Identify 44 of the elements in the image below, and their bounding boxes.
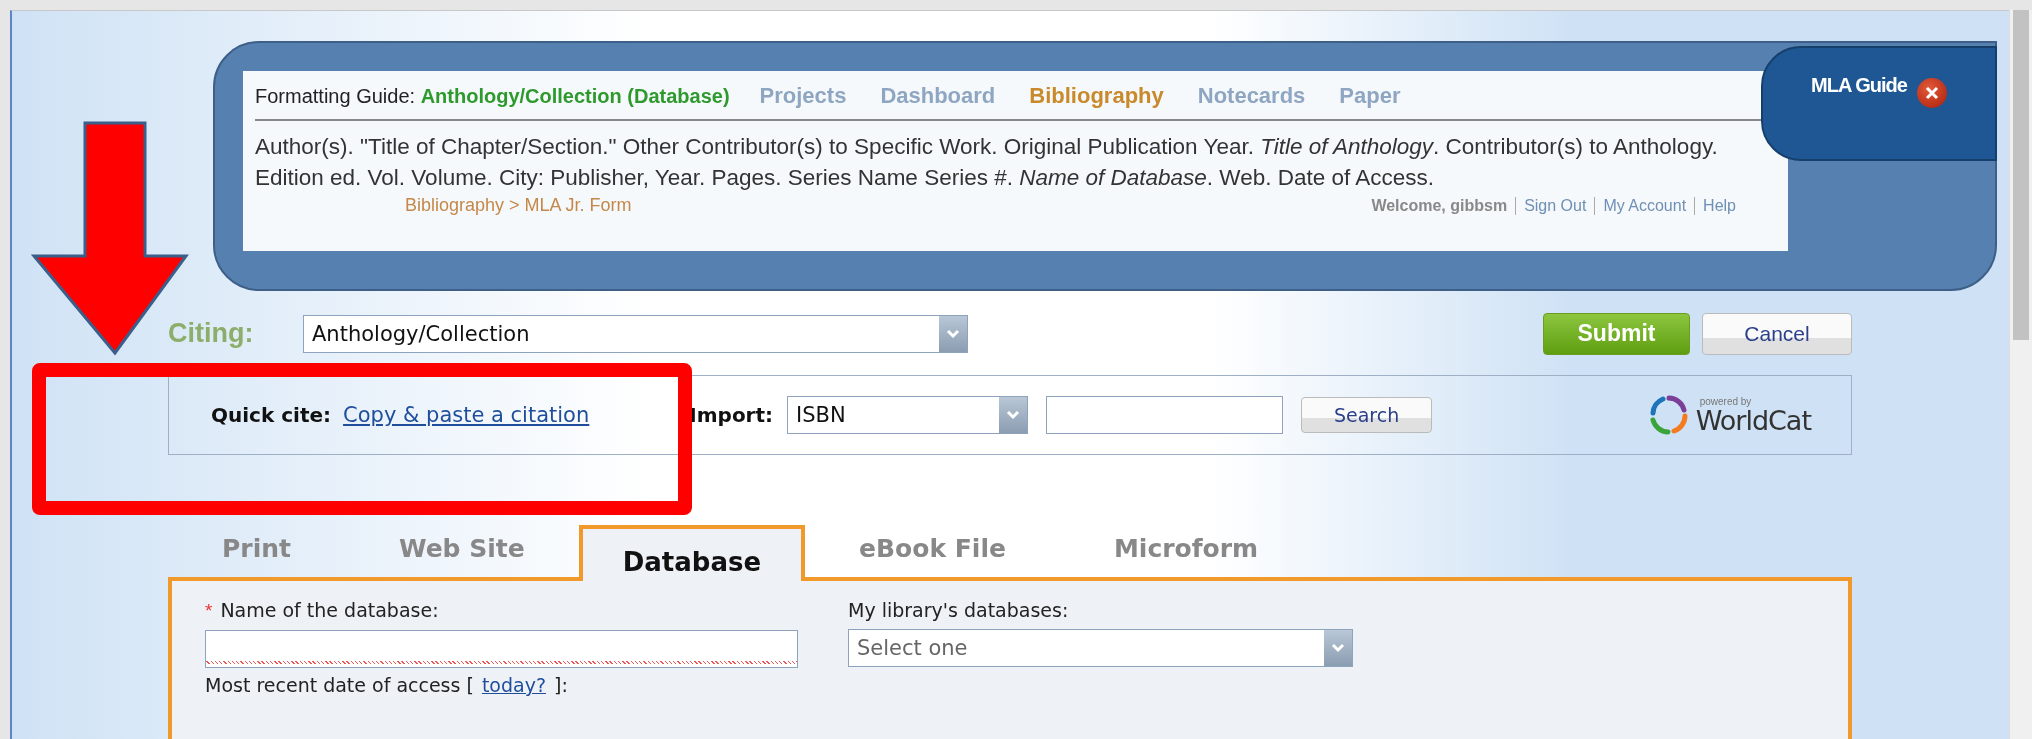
citing-select[interactable]: Anthology/Collection <box>303 314 968 353</box>
database-name-field[interactable] <box>205 630 798 668</box>
chevron-down-icon <box>1006 410 1021 420</box>
page-location: Bibliography > MLA Jr. Form <box>405 195 632 216</box>
field-label: Name of the database: <box>220 599 439 621</box>
source-tab[interactable]: Web Site <box>345 521 579 571</box>
breadcrumb-nav-item[interactable]: Paper <box>1339 83 1401 109</box>
import-label: Import: <box>689 403 774 427</box>
copy-paste-link[interactable]: Copy & paste a citation <box>343 403 590 427</box>
today-link[interactable]: today? <box>481 674 546 696</box>
user-link[interactable]: Sign Out <box>1515 196 1587 215</box>
required-mark: * <box>205 600 213 622</box>
field-label: My library's databases: <box>848 599 1070 621</box>
citation-template: Author(s). "Title of Chapter/Section." Other Contributor(s) to Specific Work. Original Publication Year. Title of Anthology. Contributor(s) to Anthology. Edition ed. Vol. Volume. City: Publisher, Year. Pages. Series Name Series #. Name of Database. Web. Date of Access. <box>255 133 1719 192</box>
field-label: Most recent date of access [ <box>205 674 474 696</box>
quick-cite-label: Quick cite: <box>211 403 332 427</box>
guide-tab-label: MLA Guide <box>1811 74 1907 97</box>
chevron-down-icon <box>1331 643 1345 653</box>
chevron-down-icon <box>946 328 960 339</box>
source-tab[interactable]: eBook File <box>805 521 1060 571</box>
source-tab[interactable]: Database <box>578 525 806 581</box>
logo-caption: powered by <box>1698 396 1753 407</box>
scrollbar-thumb[interactable] <box>2013 10 2029 340</box>
formatting-guide-heading: Formatting Guide: Anthology/Collection (Database) <box>255 84 730 108</box>
source-tab[interactable]: Microform <box>1059 521 1313 571</box>
breadcrumb-nav-item[interactable]: Projects <box>759 83 847 109</box>
field-label: ]: <box>554 674 568 696</box>
breadcrumb-nav-item[interactable]: Bibliography <box>1029 83 1164 109</box>
submit-button[interactable]: Submit <box>1543 312 1690 355</box>
library-databases-select[interactable]: Select one <box>848 629 1353 667</box>
logo-wordmark: WorldCat <box>1695 406 1811 434</box>
search-button[interactable]: Search <box>1301 397 1433 433</box>
import-type-select[interactable]: ISBN <box>787 396 1029 434</box>
source-tab[interactable]: Print <box>168 521 345 571</box>
breadcrumb-nav-item[interactable]: Notecards <box>1197 83 1306 109</box>
close-button[interactable] <box>1916 78 1947 108</box>
import-input-field[interactable] <box>1046 396 1284 434</box>
user-link[interactable]: Help <box>1694 196 1736 215</box>
welcome-text: Welcome, gibbsm <box>1371 196 1508 215</box>
x-icon <box>1924 86 1939 100</box>
user-link[interactable]: My Account <box>1594 196 1687 215</box>
cancel-button[interactable]: Cancel <box>1702 312 1852 355</box>
citing-label: Citing: <box>168 318 255 349</box>
breadcrumb-nav-item[interactable]: Dashboard <box>880 83 996 109</box>
